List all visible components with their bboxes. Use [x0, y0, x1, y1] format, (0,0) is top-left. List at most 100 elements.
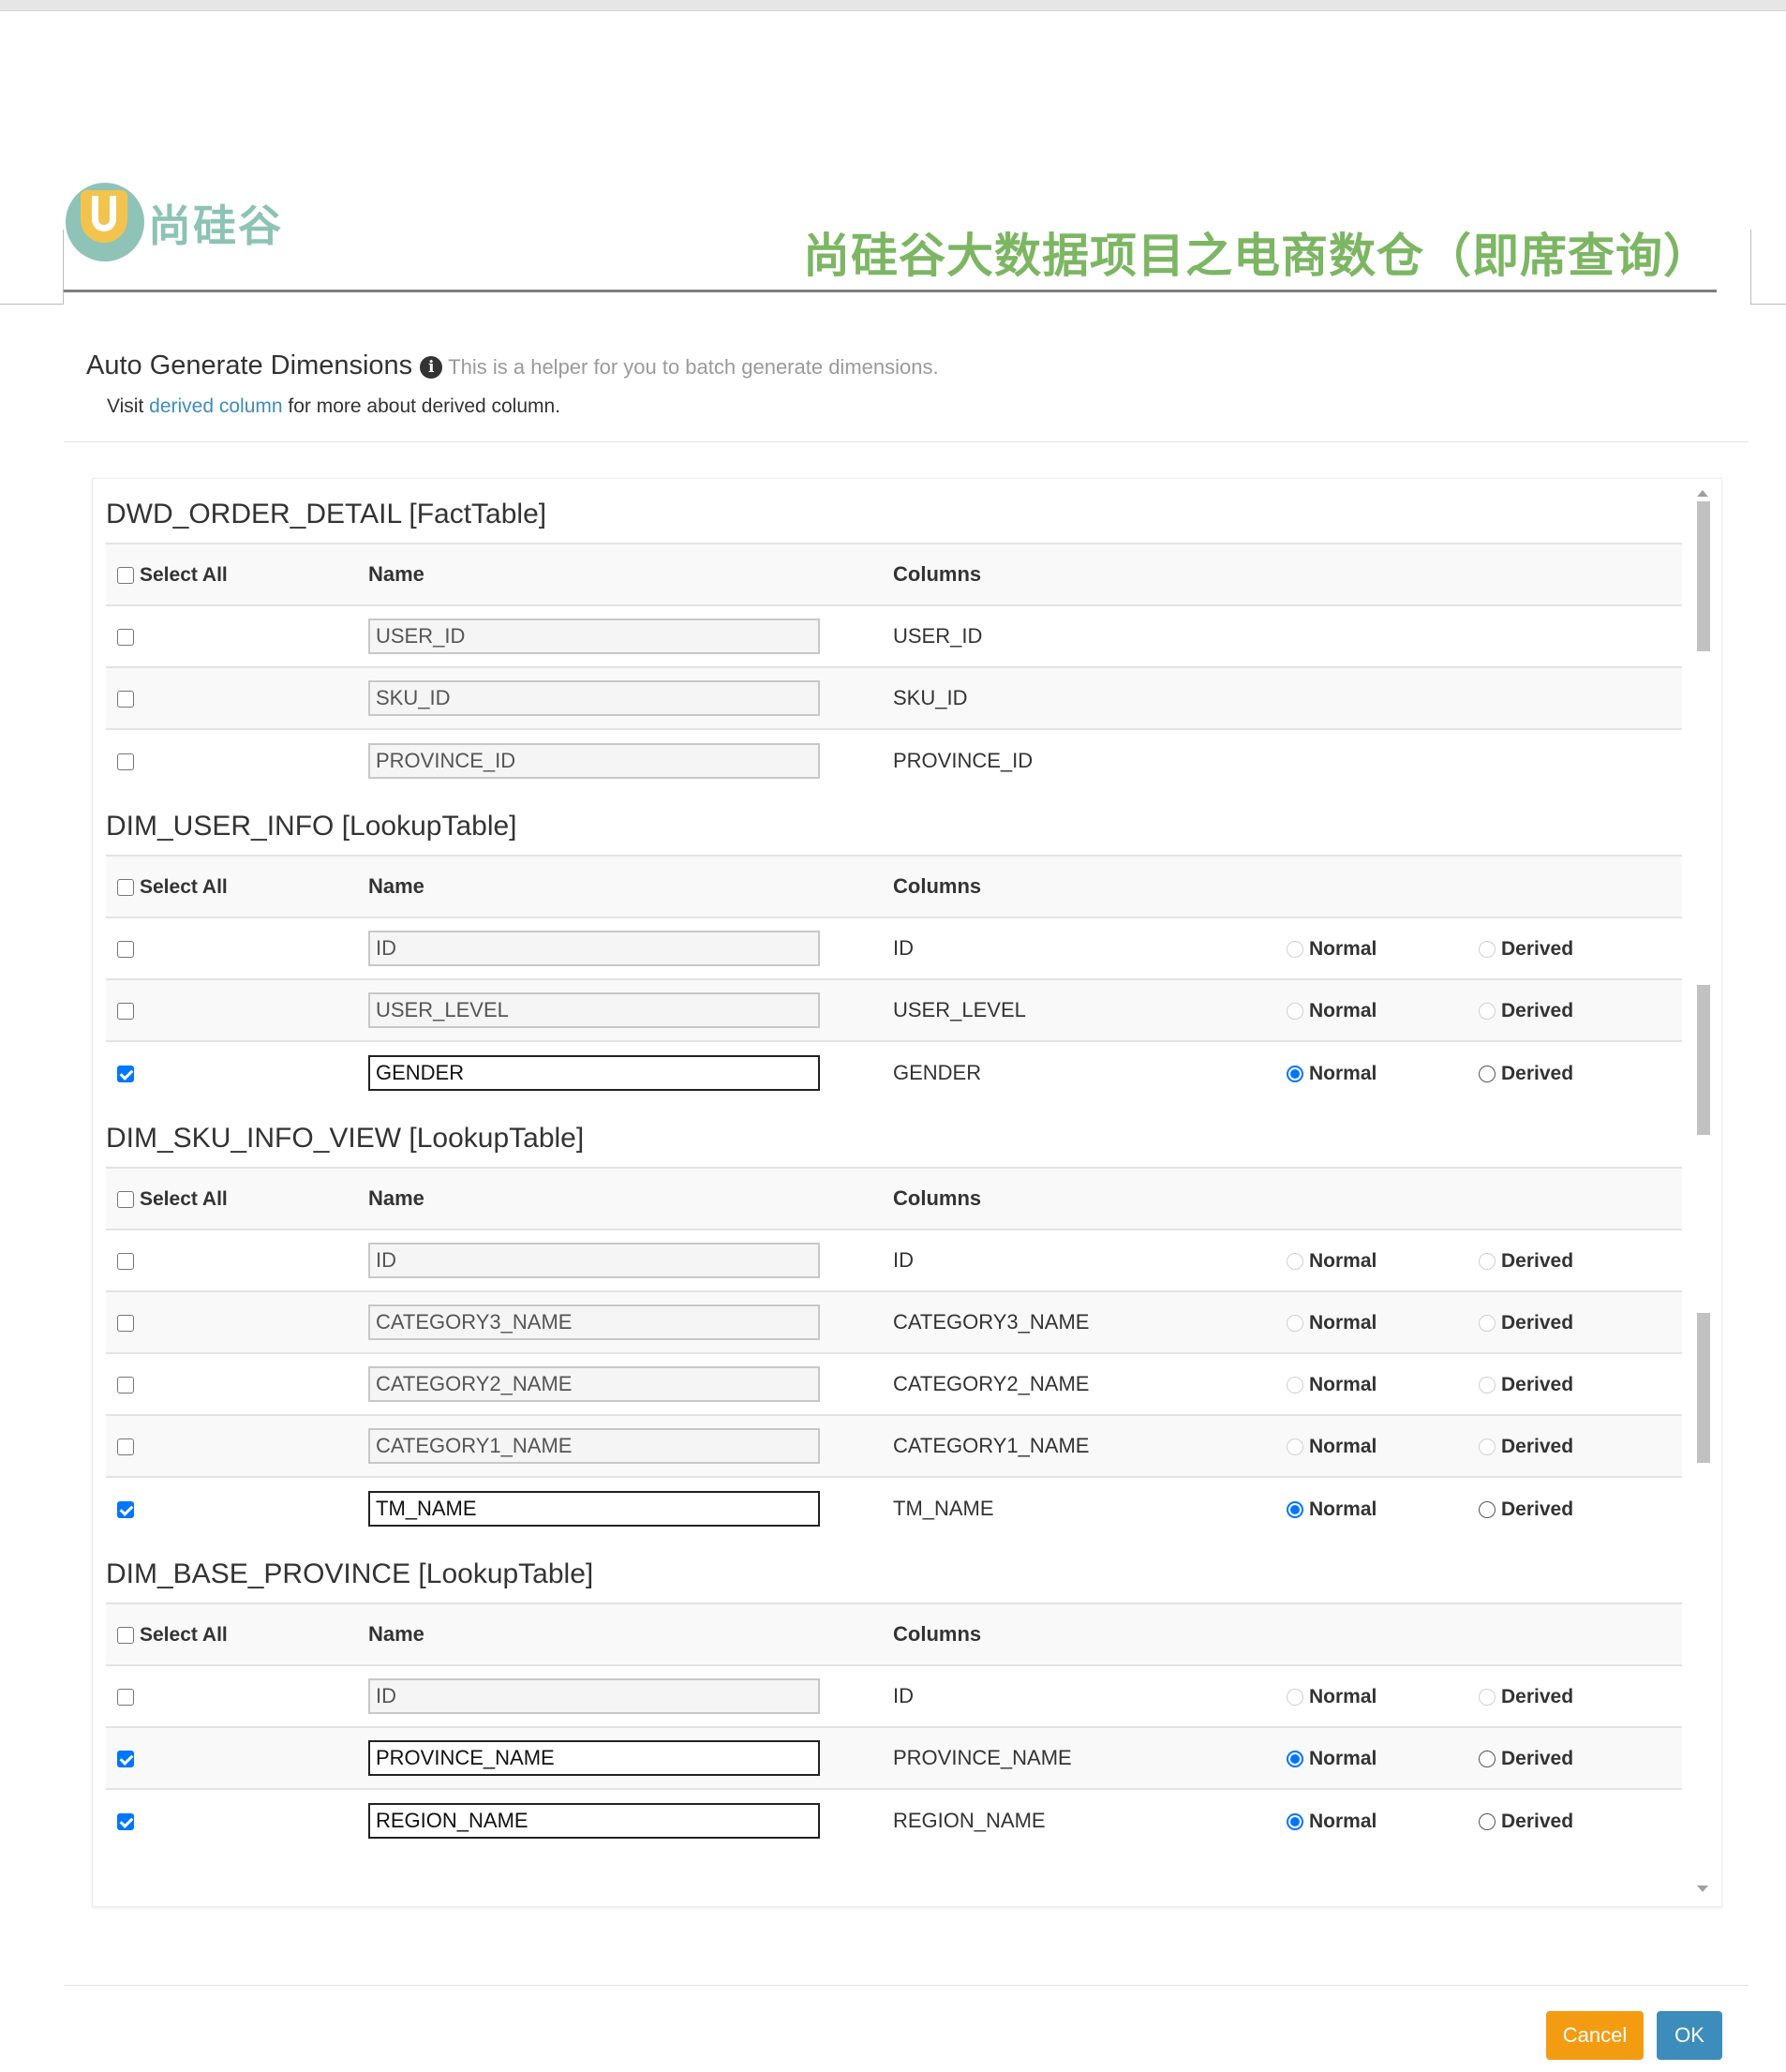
normal-option[interactable]: Normal: [1287, 1040, 1479, 1103]
normal-radio[interactable]: [1287, 1253, 1303, 1270]
derived-option[interactable]: Derived: [1479, 1290, 1682, 1353]
normal-option[interactable]: Normal: [1287, 917, 1479, 979]
normal-radio[interactable]: [1287, 1812, 1303, 1830]
derived-radio[interactable]: [1479, 1438, 1496, 1455]
normal-option[interactable]: Normal: [1287, 1290, 1479, 1353]
scrollbar-thumb[interactable]: [1697, 985, 1710, 1135]
derived-option[interactable]: Derived: [1479, 1726, 1682, 1789]
select-all-checkbox[interactable]: [117, 879, 134, 896]
dimension-name-input[interactable]: [368, 619, 820, 654]
normal-option[interactable]: Normal: [1287, 978, 1479, 1041]
normal-option[interactable]: Normal: [1287, 1229, 1479, 1291]
normal-radio[interactable]: [1287, 1689, 1303, 1706]
info-icon[interactable]: i: [420, 356, 443, 379]
ok-button[interactable]: OK: [1657, 2011, 1722, 2060]
normal-radio[interactable]: [1287, 1065, 1303, 1082]
derived-radio[interactable]: [1479, 1812, 1496, 1830]
derived-column-link[interactable]: derived column: [149, 395, 282, 417]
dimension-name-input[interactable]: [368, 1243, 820, 1278]
scrollbar[interactable]: [1693, 488, 1712, 1894]
normal-option[interactable]: Normal: [1287, 1352, 1479, 1415]
dimension-name-input[interactable]: [368, 1054, 820, 1091]
derived-radio[interactable]: [1479, 1751, 1496, 1767]
dimension-name-input[interactable]: [368, 1428, 820, 1464]
derived-radio[interactable]: [1479, 1689, 1496, 1706]
normal-radio[interactable]: [1287, 1751, 1303, 1767]
derived-radio[interactable]: [1479, 941, 1496, 958]
dimension-name-input[interactable]: [368, 1740, 820, 1776]
column-name: SKU_ID: [893, 666, 1287, 729]
dimension-name-input[interactable]: [368, 1304, 820, 1340]
select-all-cell[interactable]: Select All: [106, 855, 368, 917]
normal-option[interactable]: Normal: [1287, 1664, 1479, 1727]
row-checkbox[interactable]: [117, 1003, 134, 1020]
dimension-name-input[interactable]: [368, 1490, 820, 1527]
dimension-name-input[interactable]: [368, 931, 820, 966]
scroll-up-icon[interactable]: [1697, 490, 1708, 497]
derived-radio[interactable]: [1479, 1315, 1496, 1332]
row-checkbox[interactable]: [117, 1438, 134, 1455]
select-all-cell[interactable]: Select All: [106, 543, 368, 605]
normal-radio[interactable]: [1287, 1500, 1303, 1518]
tables-scroll-area[interactable]: DWD_ORDER_DETAIL [FactTable] Select All …: [106, 479, 1699, 1894]
select-all-checkbox[interactable]: [117, 1191, 134, 1208]
derived-option[interactable]: Derived: [1479, 1788, 1682, 1851]
dimension-name-input[interactable]: [368, 992, 820, 1028]
select-all-cell[interactable]: Select All: [106, 1602, 368, 1665]
dimension-name-input[interactable]: [368, 1802, 820, 1839]
modal-footer-divider: [64, 1985, 1749, 1986]
dimension-name-input[interactable]: [368, 742, 820, 779]
row-checkbox[interactable]: [117, 1689, 134, 1706]
derived-option[interactable]: Derived: [1479, 1476, 1682, 1539]
derived-option[interactable]: Derived: [1479, 1040, 1682, 1103]
select-all-checkbox[interactable]: [117, 1627, 134, 1644]
derived-option[interactable]: Derived: [1479, 1229, 1682, 1291]
table-title: DIM_SKU_INFO_VIEW [LookupTable]: [106, 1123, 585, 1154]
derived-radio[interactable]: [1479, 1253, 1496, 1270]
row-checkbox[interactable]: [117, 629, 134, 646]
brand-name: 尚硅谷: [148, 201, 283, 251]
dimension-name-input[interactable]: [368, 680, 820, 716]
column-name: ID: [893, 1229, 1287, 1291]
derived-radio[interactable]: [1479, 1003, 1496, 1020]
normal-option[interactable]: Normal: [1287, 1476, 1479, 1539]
normal-radio[interactable]: [1287, 1438, 1303, 1455]
derived-option[interactable]: Derived: [1479, 978, 1682, 1041]
normal-option[interactable]: Normal: [1287, 1726, 1479, 1789]
row-checkbox[interactable]: [117, 1500, 134, 1518]
row-checkbox[interactable]: [117, 691, 134, 708]
row-checkbox[interactable]: [117, 1812, 134, 1830]
scrollbar-thumb[interactable]: [1697, 1313, 1710, 1463]
derived-option[interactable]: Derived: [1479, 1414, 1682, 1477]
row-checkbox[interactable]: [117, 1253, 134, 1270]
derived-option[interactable]: Derived: [1479, 1352, 1682, 1415]
normal-radio[interactable]: [1287, 1377, 1303, 1394]
scroll-down-icon[interactable]: [1697, 1886, 1708, 1892]
row-checkbox[interactable]: [117, 1377, 134, 1394]
derived-option[interactable]: Derived: [1479, 917, 1682, 979]
derived-radio[interactable]: [1479, 1500, 1496, 1518]
derived-radio[interactable]: [1479, 1065, 1496, 1082]
column-name: USER_LEVEL: [893, 978, 1287, 1041]
scrollbar-thumb[interactable]: [1697, 501, 1710, 651]
normal-option[interactable]: Normal: [1287, 1788, 1479, 1851]
derived-radio[interactable]: [1479, 1377, 1496, 1394]
row-checkbox[interactable]: [117, 1751, 134, 1767]
normal-radio[interactable]: [1287, 941, 1303, 958]
row-checkbox[interactable]: [117, 1315, 134, 1332]
column-name: REGION_NAME: [893, 1788, 1287, 1851]
row-checkbox[interactable]: [117, 753, 134, 770]
derived-option[interactable]: Derived: [1479, 1664, 1682, 1727]
row-checkbox[interactable]: [117, 941, 134, 958]
normal-option[interactable]: Normal: [1287, 1414, 1479, 1477]
normal-radio[interactable]: [1287, 1315, 1303, 1332]
select-all-cell[interactable]: Select All: [106, 1167, 368, 1230]
normal-radio[interactable]: [1287, 1003, 1303, 1020]
cancel-button[interactable]: Cancel: [1546, 2011, 1644, 2060]
dimension-name-input[interactable]: [368, 1678, 820, 1714]
derived-label: Derived: [1501, 1250, 1574, 1272]
row-checkbox[interactable]: [117, 1065, 134, 1082]
dimension-name-input[interactable]: [368, 1366, 820, 1402]
visit-suffix: for more about derived column.: [288, 395, 561, 417]
select-all-checkbox[interactable]: [117, 567, 134, 584]
